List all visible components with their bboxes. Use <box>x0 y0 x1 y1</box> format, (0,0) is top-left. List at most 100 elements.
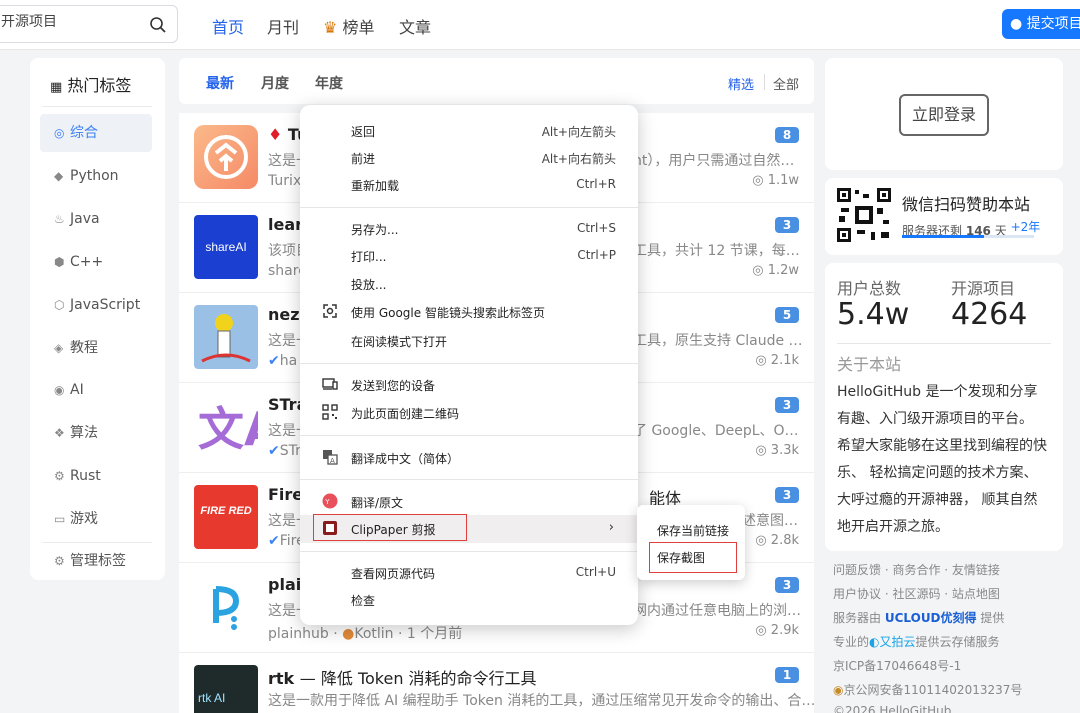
submit-project-button[interactable]: ● 提交项目 <box>1002 9 1080 39</box>
qr-code-icon <box>837 188 891 242</box>
view-count-value: 2.8k <box>770 533 799 548</box>
tag-algorithm[interactable]: ❖ 算法 <box>40 414 152 452</box>
menu-item-label: 另存为... <box>351 223 399 237</box>
footer-links-1[interactable]: 问题反馈 · 商务合作 · 友情链接 <box>833 561 1000 578</box>
translate-extension-icon: Y <box>322 493 338 509</box>
menu-item-label: 投放... <box>351 278 387 292</box>
project-logo[interactable]: shareAI <box>194 215 258 279</box>
nav-home[interactable]: 首页 <box>212 14 244 38</box>
project-logo[interactable] <box>194 305 258 369</box>
footer-copyright: ©2026 HelloGitHub <box>833 704 952 713</box>
search-input[interactable] <box>1 14 141 30</box>
tag-javascript[interactable]: ⬡ JavaScript <box>40 286 152 324</box>
verified-icon: ✔ <box>268 353 280 369</box>
search-box[interactable] <box>0 5 178 43</box>
tag-ai[interactable]: ◉ AI <box>40 371 152 409</box>
menu-item-save-as[interactable]: 另存为... Ctrl+S <box>300 215 638 243</box>
list-item[interactable]: rtk AI rtk — 降低 Token 消耗的命令行工具 1 这是一款用于降… <box>179 653 816 713</box>
menu-item-reload[interactable]: 重新加载 Ctrl+R <box>300 171 638 199</box>
qr-code-icon <box>322 404 338 420</box>
menu-shortcut: Alt+向左箭头 <box>541 125 616 139</box>
footer-links-2[interactable]: 用户协议 · 社区源码 · 站点地图 <box>833 585 1000 602</box>
tag-java[interactable]: ♨ Java <box>40 200 152 238</box>
project-author[interactable]: plainhub <box>268 626 329 642</box>
menu-item-google-lens[interactable]: 使用 Google 智能镜头搜索此标签页 <box>300 298 638 326</box>
filter-all[interactable]: 全部 <box>773 74 799 93</box>
menu-item-forward[interactable]: 前进 Alt+向右箭头 <box>300 144 638 172</box>
menu-item-back[interactable]: 返回 Alt+向左箭头 <box>300 117 638 145</box>
menu-item-send-to-device[interactable]: 发送到您的设备 <box>300 371 638 399</box>
tag-all[interactable]: ◎ 综合 <box>40 114 152 152</box>
tag-python[interactable]: ◆ Python <box>40 157 152 195</box>
project-logo[interactable] <box>194 125 258 189</box>
tag-sidebar-title-text: 热门标签 <box>67 76 132 95</box>
menu-item-label: 打印... <box>351 250 387 264</box>
submenu-save-link[interactable]: 保存当前链接 <box>657 522 729 539</box>
menu-item-label: 翻译成中文（简体） <box>351 452 460 466</box>
view-count-value: 1.2w <box>767 263 799 278</box>
chevron-right-icon: › <box>608 520 614 535</box>
manage-tags-button[interactable]: ⚙ 管理标签 <box>40 542 152 580</box>
server-progress-bar <box>902 235 1034 238</box>
login-button[interactable]: 立即登录 <box>899 94 989 136</box>
menu-item-label: 返回 <box>351 125 376 139</box>
police-badge-icon: ◉ <box>833 683 844 697</box>
project-time: 1 个月前 <box>406 626 463 642</box>
verified-icon: ✔ <box>268 533 280 549</box>
project-logo[interactable]: 文A <box>194 395 258 459</box>
filter-featured[interactable]: 精选 <box>728 74 754 93</box>
about-text: HelloGitHub 是一个发现和分享有趣、入门级开源项目的平台。 希望大家能… <box>837 384 1047 535</box>
menu-item-inspect[interactable]: 检查 <box>300 586 638 614</box>
grid-icon: ▦ <box>50 80 63 95</box>
submit-project-label: 提交项目 <box>1026 16 1080 32</box>
trophy-icon: ♛ <box>323 18 338 37</box>
menu-item-translate-original[interactable]: Y 翻译/原文 <box>300 488 638 516</box>
tag-rust[interactable]: ⚙ Rust <box>40 457 152 495</box>
java-icon: ♨ <box>54 212 65 226</box>
menu-item-reading-mode[interactable]: 在阅读模式下打开 <box>300 327 638 355</box>
menu-item-qr-code[interactable]: 为此页面创建二维码 <box>300 399 638 427</box>
tag-games[interactable]: ▭ 游戏 <box>40 500 152 538</box>
tag-cpp[interactable]: ⬢ C++ <box>40 243 152 281</box>
tab-latest[interactable]: 最新 <box>206 73 234 93</box>
stats-card: 用户总数 5.4w 开源项目 4264 关于本站 HelloGitHub 是一个… <box>825 263 1063 551</box>
menu-item-label: 前进 <box>351 152 376 166</box>
footer-icp[interactable]: 京ICP备17046648号-1 <box>833 657 961 674</box>
search-icon[interactable] <box>149 16 167 34</box>
project-author[interactable]: ✔ha <box>268 353 297 369</box>
tag-tutorial[interactable]: ◈ 教程 <box>40 329 152 367</box>
sort-tabs: 最新 月度 年度 精选 全部 <box>179 58 814 104</box>
nav-monthly[interactable]: 月刊 <box>267 14 299 38</box>
upyun-logo[interactable]: ◐又拍云 <box>869 635 916 649</box>
nav-ranking-label: 榜单 <box>342 18 375 37</box>
view-count: ◎ 2.1k <box>755 353 799 368</box>
project-logo[interactable]: rtk AI <box>194 665 258 713</box>
project-title[interactable]: rtk — 降低 Token 消耗的命令行工具 <box>268 665 537 689</box>
menu-item-translate[interactable]: A 翻译成中文（简体） <box>300 444 638 472</box>
project-desc: 这是一款用于降低 AI 编程助手 Token 消耗的工具，通过压缩常见开发命令的… <box>268 693 816 709</box>
footer-police[interactable]: ◉京公网安备11011402013237号 <box>833 681 1022 698</box>
tab-monthly[interactable]: 月度 <box>261 73 289 93</box>
tag-label: Rust <box>70 468 101 484</box>
project-author[interactable]: ✔STr <box>268 443 301 459</box>
python-icon: ◆ <box>54 169 64 183</box>
menu-item-cast[interactable]: 投放... <box>300 270 638 298</box>
tag-label: AI <box>70 382 84 398</box>
tag-label: C++ <box>70 254 104 270</box>
network-icon: ❖ <box>54 426 65 440</box>
nav-ranking[interactable]: ♛ 榜单 <box>323 14 374 38</box>
nav-articles[interactable]: 文章 <box>399 14 431 38</box>
comment-count-badge: 3 <box>775 217 799 233</box>
view-count: ◎ 1.1w <box>752 173 799 188</box>
project-logo[interactable] <box>194 575 258 639</box>
menu-item-print[interactable]: 打印... Ctrl+P <box>300 242 638 270</box>
ucloud-logo[interactable]: UCLOUD优刻得 <box>885 611 977 625</box>
clippaper-submenu: 保存当前链接 保存截图 <box>637 505 745 580</box>
menu-item-view-source[interactable]: 查看网页源代码 Ctrl+U <box>300 559 638 587</box>
tab-yearly[interactable]: 年度 <box>315 73 343 93</box>
eye-icon: ◎ <box>755 623 767 638</box>
gear-icon: ⚙ <box>54 554 65 568</box>
eye-icon: ◎ <box>755 353 767 368</box>
project-logo[interactable]: FIRE RED <box>194 485 258 549</box>
footer-upyun: 专业的◐又拍云提供云存储服务 <box>833 633 1000 650</box>
